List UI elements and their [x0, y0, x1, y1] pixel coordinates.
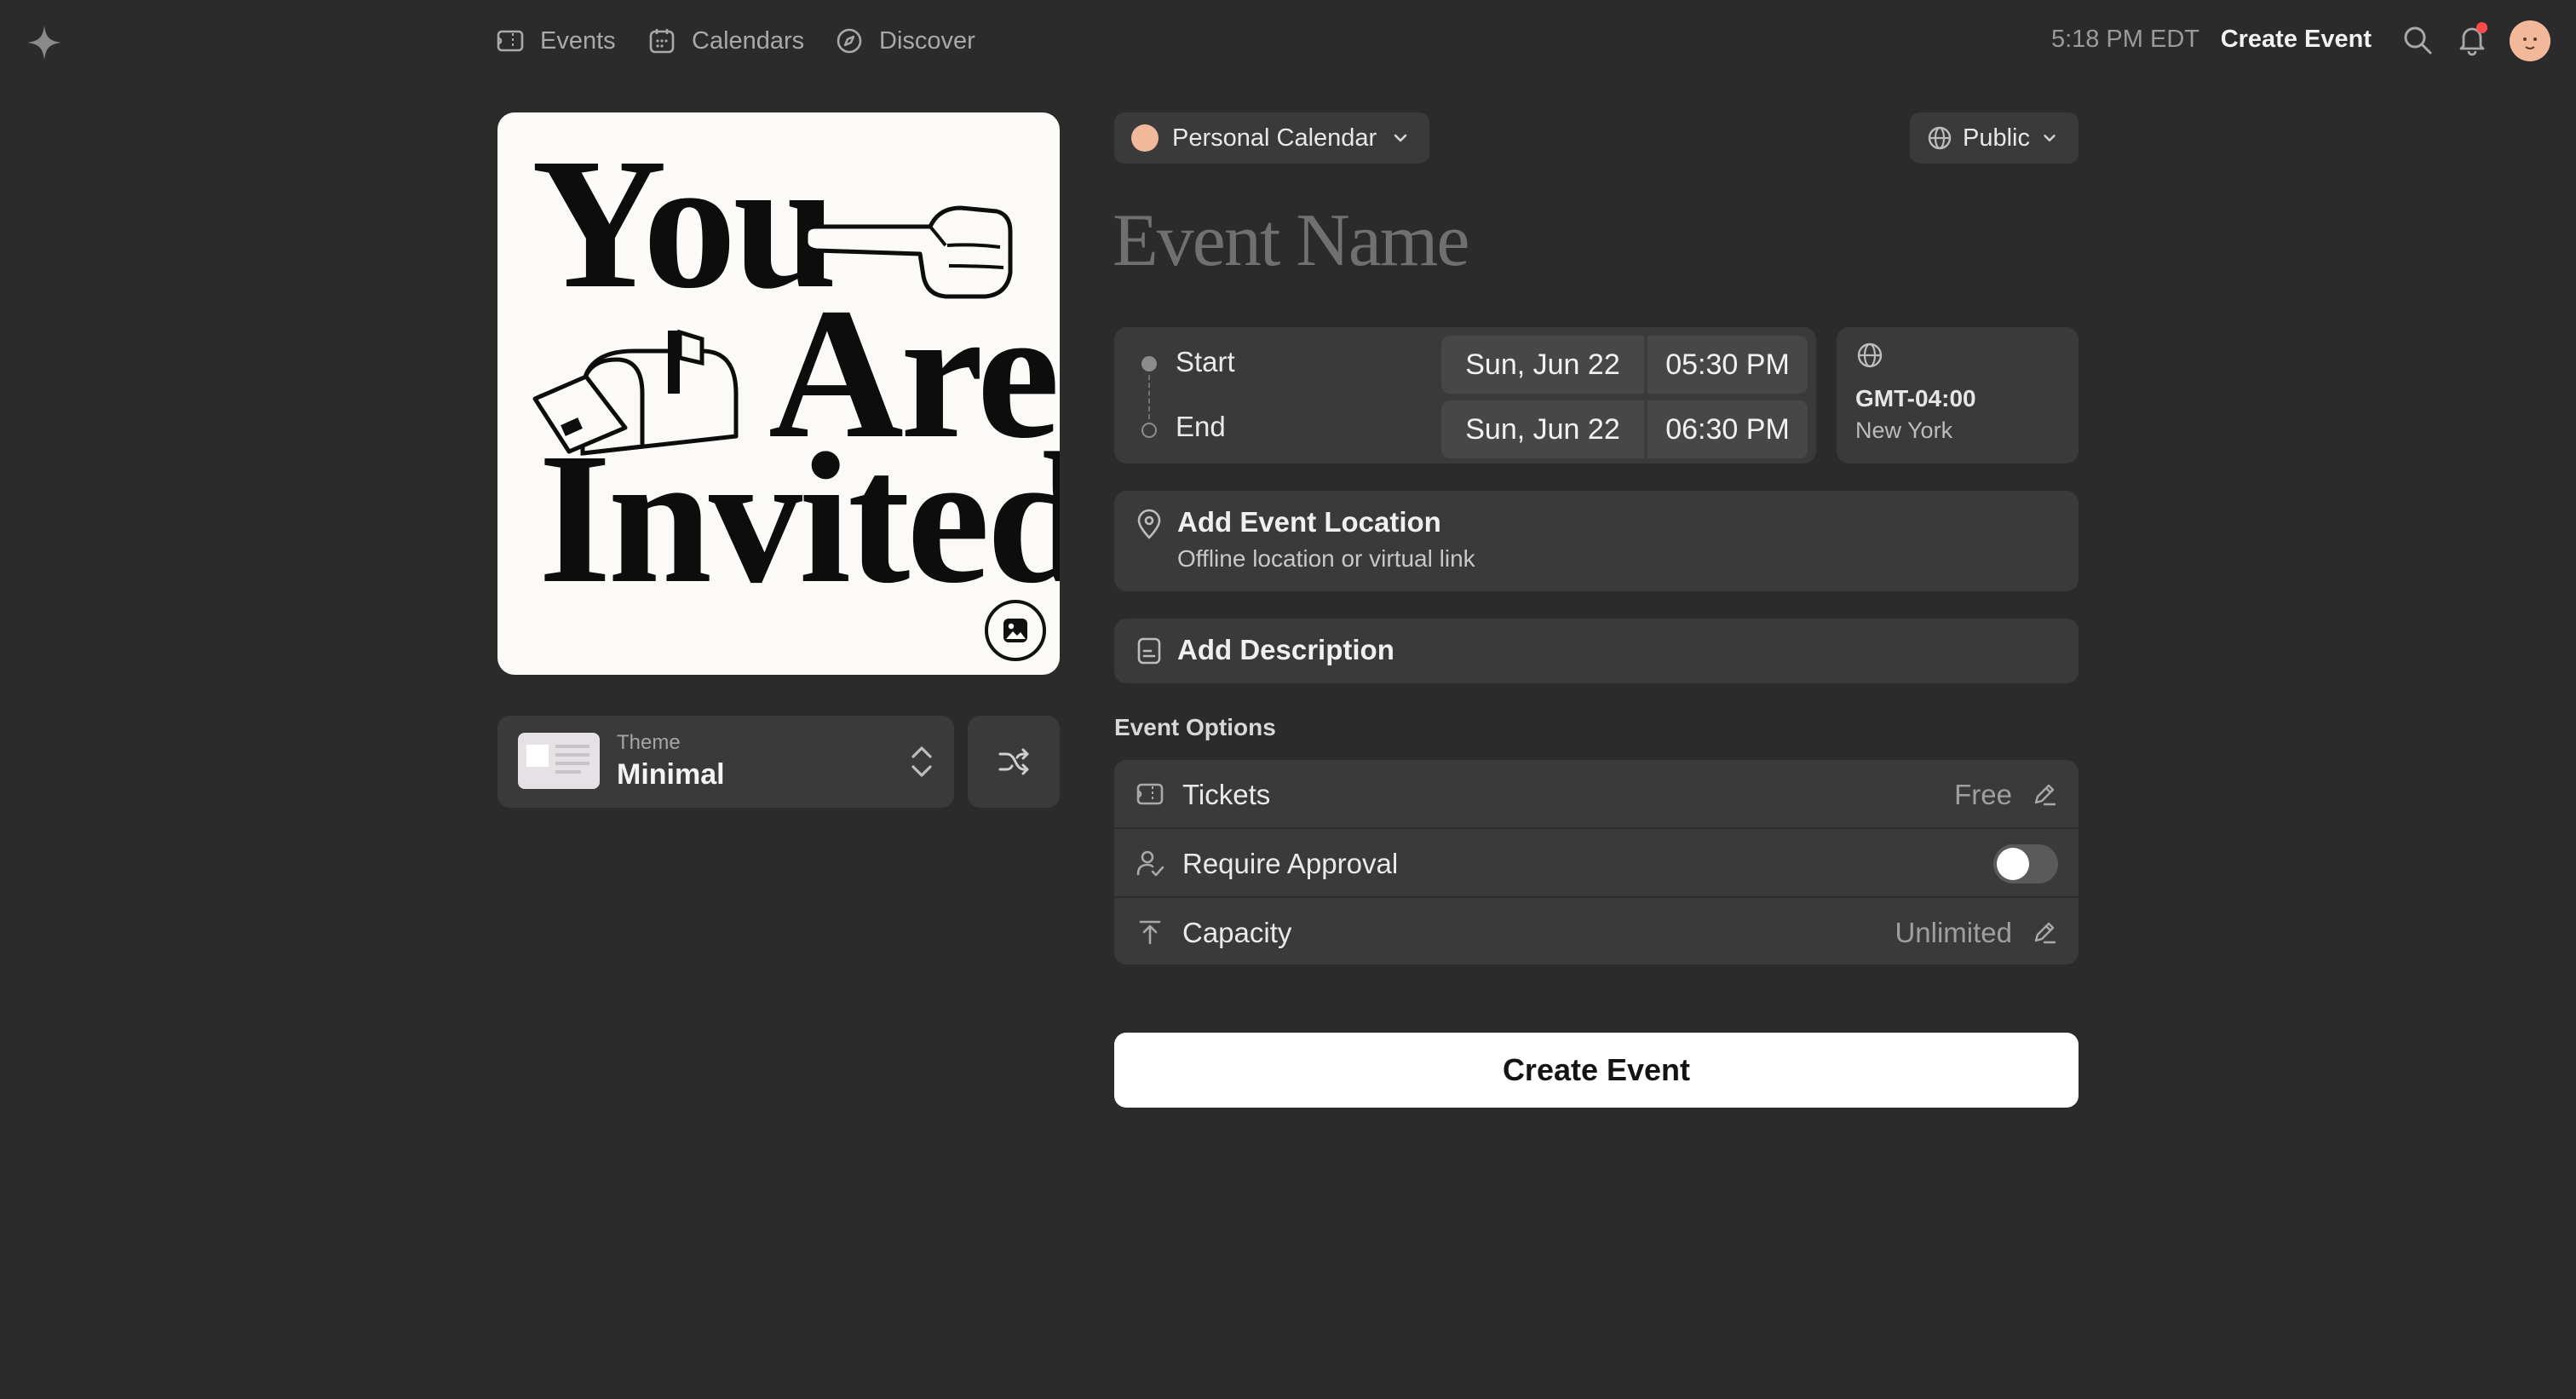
capacity-arrow-up-icon	[1135, 917, 1165, 947]
end-time-field[interactable]: 06:30 PM	[1647, 400, 1808, 458]
sparkle-logo-icon[interactable]	[26, 24, 63, 61]
notification-dot	[2476, 22, 2487, 33]
start-date-field[interactable]: Sun, Jun 22	[1441, 336, 1644, 394]
theme-caption: Theme	[617, 731, 681, 754]
nav-events-label: Events	[540, 26, 616, 55]
map-pin-icon	[1135, 508, 1164, 540]
capacity-option-row[interactable]: Capacity Unlimited	[1114, 898, 2079, 964]
require-approval-row: Require Approval	[1114, 829, 2079, 897]
nav-calendars-label: Calendars	[692, 26, 805, 55]
user-avatar[interactable]	[2510, 20, 2550, 61]
add-location-button[interactable]: Add Event Location Offline location or v…	[1114, 491, 2079, 591]
require-approval-label: Require Approval	[1182, 848, 1399, 879]
search-icon[interactable]	[2402, 25, 2433, 55]
shuffle-theme-button[interactable]	[968, 716, 1060, 808]
start-dot	[1141, 356, 1157, 371]
theme-thumbnail	[518, 733, 600, 789]
start-time-field[interactable]: 05:30 PM	[1647, 336, 1808, 394]
ticket-icon	[496, 26, 525, 55]
notifications-bell-icon[interactable]	[2455, 22, 2489, 56]
calendar-select-label: Personal Calendar	[1172, 124, 1377, 152]
timezone-selector[interactable]: GMT-04:00 New York	[1837, 327, 2079, 463]
theme-selector[interactable]: Theme Minimal	[497, 716, 954, 808]
image-icon	[1003, 619, 1027, 642]
current-time: 5:18 PM EDT	[2050, 26, 2199, 53]
calendar-avatar	[1131, 124, 1159, 152]
user-check-icon	[1135, 848, 1165, 878]
description-title: Add Description	[1177, 634, 1394, 665]
tickets-label: Tickets	[1182, 779, 1271, 810]
require-approval-toggle[interactable]	[1993, 844, 2058, 884]
theme-name: Minimal	[617, 758, 725, 791]
create-event-button[interactable]: Create Event	[1114, 1033, 2079, 1108]
datetime-panel: Start End Sun, Jun 22 05:30 PM Sun, Jun …	[1114, 327, 1816, 463]
chevron-up-down-icon	[906, 743, 937, 780]
timezone-offset: GMT-04:00	[1855, 385, 1976, 412]
ticket-icon	[1135, 779, 1165, 809]
nav-events[interactable]: Events	[496, 22, 616, 60]
end-dot	[1141, 423, 1157, 438]
tickets-value: Free	[1954, 779, 2012, 810]
edit-pencil-icon[interactable]	[2031, 918, 2058, 946]
event-options-heading: Event Options	[1114, 714, 1276, 740]
globe-icon	[1855, 341, 1884, 370]
visibility-label: Public	[1963, 124, 2030, 152]
compass-icon	[835, 26, 864, 55]
capacity-value: Unlimited	[1895, 917, 2012, 948]
add-description-button[interactable]: Add Description	[1114, 619, 2079, 683]
end-label: End	[1176, 411, 1226, 442]
tickets-option-row[interactable]: Tickets Free	[1114, 760, 2079, 828]
capacity-label: Capacity	[1182, 917, 1292, 948]
chevron-down-icon	[1390, 128, 1411, 148]
change-image-button[interactable]	[985, 600, 1046, 661]
chevron-down-icon	[2040, 129, 2059, 147]
timezone-city: New York	[1855, 417, 1953, 443]
nav-create-event-link[interactable]: Create Event	[2221, 26, 2372, 54]
nav-calendars[interactable]: Calendars	[647, 22, 804, 60]
globe-icon	[1927, 125, 1952, 151]
shuffle-icon	[998, 748, 1029, 775]
calendar-icon	[647, 26, 676, 55]
nav-discover-label: Discover	[879, 26, 975, 55]
timeline-connector	[1148, 375, 1150, 419]
visibility-dropdown[interactable]: Public	[1910, 112, 2079, 164]
document-icon	[1135, 636, 1164, 666]
event-name-input[interactable]: Event Name	[1113, 198, 1469, 284]
location-subtitle: Offline location or virtual link	[1177, 545, 1475, 572]
edit-pencil-icon[interactable]	[2031, 780, 2058, 808]
start-label: Start	[1176, 346, 1235, 377]
location-title: Add Event Location	[1177, 506, 1441, 538]
nav-discover[interactable]: Discover	[835, 22, 975, 60]
event-options-panel: Tickets Free Require Approval Capacity U…	[1114, 760, 2079, 964]
calendar-select-dropdown[interactable]: Personal Calendar	[1114, 112, 1430, 164]
end-date-field[interactable]: Sun, Jun 22	[1441, 400, 1644, 458]
toggle-knob	[1997, 848, 2029, 880]
event-cover-image[interactable]: You Are Invited	[497, 112, 1060, 675]
cover-text-invited: Invited	[538, 414, 1060, 622]
